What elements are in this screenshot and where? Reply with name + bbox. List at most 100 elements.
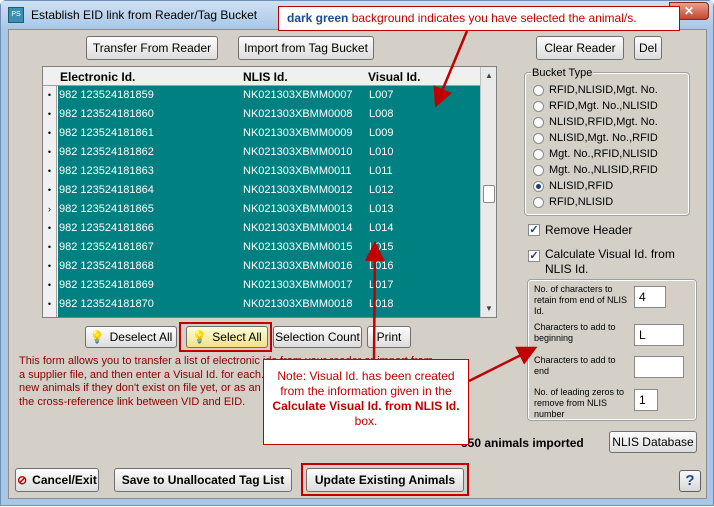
row-cells[interactable]: 982 123524181860 NK021303XBMM0008 L008 bbox=[58, 105, 480, 124]
radio-icon bbox=[533, 196, 544, 208]
table-row[interactable]: • 982 123524181863 NK021303XBMM0011 L011 bbox=[43, 162, 480, 181]
remove-header-checkbox[interactable]: ✓ Remove Header bbox=[528, 223, 632, 237]
table-row[interactable]: • 982 123524181868 NK021303XBMM0016 L016 bbox=[43, 257, 480, 276]
bucket-type-radio[interactable]: Mgt. No.,RFID,NLISID bbox=[533, 147, 658, 161]
selection-count-label: Selection Count bbox=[275, 330, 360, 344]
table-row[interactable]: •982 123524181871 NK021303XBMM0019 L019 bbox=[43, 314, 480, 317]
row-cells[interactable]: 982 123524181861 NK021303XBMM0009 L009 bbox=[58, 124, 480, 143]
row-indicator[interactable]: • bbox=[43, 143, 57, 162]
cell-vid: L015 bbox=[369, 241, 394, 253]
radio-icon bbox=[533, 148, 544, 160]
annotation-note: Note: Visual Id. has been created from t… bbox=[263, 359, 469, 445]
begin-input[interactable] bbox=[634, 324, 684, 346]
retain-label: No. of characters to retain from end of … bbox=[534, 284, 628, 316]
table-row[interactable]: • 982 123524181866 NK021303XBMM0014 L014 bbox=[43, 219, 480, 238]
imported-count: 550 animals imported bbox=[461, 436, 584, 450]
column-header-vid[interactable]: Visual Id. bbox=[368, 70, 420, 84]
bucket-type-radio[interactable]: RFID,NLISID,Mgt. No. bbox=[533, 83, 658, 97]
row-indicator[interactable]: • bbox=[43, 162, 57, 181]
row-indicator[interactable]: • bbox=[43, 181, 57, 200]
import-from-tag-bucket-button[interactable]: Import from Tag Bucket bbox=[238, 36, 374, 60]
radio-icon bbox=[533, 84, 544, 96]
clear-reader-button[interactable]: Clear Reader bbox=[536, 36, 624, 60]
calc-visual-checkbox[interactable]: ✓ Calculate Visual Id. from NLIS Id. bbox=[528, 247, 695, 277]
transfer-label: Transfer From Reader bbox=[92, 41, 212, 55]
cell-vid: L017 bbox=[369, 279, 394, 291]
cancel-icon: ⊘ bbox=[17, 473, 28, 487]
bucket-type-radio[interactable]: NLISID,Mgt. No.,RFID bbox=[533, 131, 658, 145]
print-button[interactable]: Print bbox=[367, 326, 411, 348]
column-header-nlis[interactable]: NLIS Id. bbox=[243, 70, 288, 84]
help-icon: ? bbox=[685, 472, 695, 489]
row-indicator[interactable]: • bbox=[43, 276, 57, 295]
help-button[interactable]: ? bbox=[679, 470, 701, 492]
cell-eid: 982 123524181863 bbox=[59, 165, 154, 177]
radio-icon bbox=[533, 132, 544, 144]
row-cells[interactable]: 982 123524181867 NK021303XBMM0015 L015 bbox=[58, 238, 480, 257]
row-cells[interactable]: 982 123524181859 NK021303XBMM0007 L007 bbox=[58, 86, 480, 105]
cell-eid: 982 123524181862 bbox=[59, 146, 154, 158]
row-cells[interactable]: 982 123524181871 NK021303XBMM0019 L019 bbox=[58, 314, 480, 317]
radio-label: Mgt. No.,RFID,NLISID bbox=[549, 148, 658, 160]
column-header-eid[interactable]: Electronic Id. bbox=[60, 70, 135, 84]
row-cells[interactable]: 982 123524181865 NK021303XBMM0013 L013 bbox=[58, 200, 480, 219]
cancel-exit-button[interactable]: ⊘ Cancel/Exit bbox=[15, 468, 99, 492]
row-cells[interactable]: 982 123524181868 NK021303XBMM0016 L016 bbox=[58, 257, 480, 276]
table-row[interactable]: • 982 123524181867 NK021303XBMM0015 L015 bbox=[43, 238, 480, 257]
table-row[interactable]: • 982 123524181861 NK021303XBMM0009 L009 bbox=[43, 124, 480, 143]
transfer-from-reader-button[interactable]: Transfer From Reader bbox=[86, 36, 218, 60]
nlis-database-button[interactable]: NLIS Database bbox=[609, 431, 697, 453]
table-row[interactable]: • 982 123524181869 NK021303XBMM0017 L017 bbox=[43, 276, 480, 295]
row-indicator[interactable]: › bbox=[43, 200, 57, 219]
row-cells[interactable]: 982 123524181863 NK021303XBMM0011 L011 bbox=[58, 162, 480, 181]
row-cells[interactable]: 982 123524181862 NK021303XBMM0010 L010 bbox=[58, 143, 480, 162]
row-cells[interactable]: 982 123524181866 NK021303XBMM0014 L014 bbox=[58, 219, 480, 238]
cell-eid: 982 123524181860 bbox=[59, 108, 154, 120]
bucket-type-radio[interactable]: NLISID,RFID bbox=[533, 179, 613, 193]
row-indicator[interactable]: • bbox=[43, 314, 57, 317]
row-indicator[interactable]: • bbox=[43, 295, 57, 314]
selection-count-button[interactable]: Selection Count bbox=[273, 326, 362, 348]
row-indicator[interactable]: • bbox=[43, 238, 57, 257]
row-indicator[interactable]: • bbox=[43, 257, 57, 276]
table-row[interactable]: • 982 123524181864 NK021303XBMM0012 L012 bbox=[43, 181, 480, 200]
deselect-all-button[interactable]: 💡 Deselect All bbox=[85, 326, 177, 348]
row-indicator[interactable]: • bbox=[43, 105, 57, 124]
bucket-type-radio[interactable]: NLISID,RFID,Mgt. No. bbox=[533, 115, 658, 129]
cell-nlis: NK021303XBMM0017 bbox=[243, 279, 353, 291]
scroll-up-icon[interactable]: ▲ bbox=[482, 68, 496, 83]
retain-input[interactable] bbox=[634, 286, 666, 308]
row-cells[interactable]: 982 123524181869 NK021303XBMM0017 L017 bbox=[58, 276, 480, 295]
bucket-type-title: Bucket Type bbox=[531, 67, 594, 79]
grid-scrollbar[interactable]: ▲ ▼ bbox=[480, 67, 496, 317]
end-label: Characters to add to end bbox=[534, 355, 616, 376]
delete-button[interactable]: Del bbox=[634, 36, 662, 60]
zeros-input[interactable] bbox=[634, 389, 658, 411]
row-indicator[interactable]: • bbox=[43, 219, 57, 238]
row-indicator[interactable]: • bbox=[43, 124, 57, 143]
save-label: Save to Unallocated Tag List bbox=[121, 473, 285, 487]
radio-label: NLISID,RFID,Mgt. No. bbox=[549, 116, 658, 128]
eid-grid[interactable]: Electronic Id. NLIS Id. Visual Id. • 982 … bbox=[42, 66, 497, 318]
cell-nlis: NK021303XBMM0011 bbox=[243, 165, 352, 177]
cell-vid: L013 bbox=[369, 203, 394, 215]
row-cells[interactable]: 982 123524181870 NK021303XBMM0018 L018 bbox=[58, 295, 480, 314]
clear-label: Clear Reader bbox=[544, 41, 616, 55]
table-row[interactable]: • 982 123524181860 NK021303XBMM0008 L008 bbox=[43, 105, 480, 124]
save-to-unallocated-button[interactable]: Save to Unallocated Tag List bbox=[114, 468, 292, 492]
bucket-type-radio[interactable]: RFID,NLISID bbox=[533, 195, 613, 209]
table-row[interactable]: • 982 123524181870 NK021303XBMM0018 L018 bbox=[43, 295, 480, 314]
end-input[interactable] bbox=[634, 356, 684, 378]
row-indicator[interactable]: • bbox=[43, 86, 57, 105]
table-row[interactable]: • 982 123524181862 NK021303XBMM0010 L010 bbox=[43, 143, 480, 162]
bucket-type-radio[interactable]: RFID,Mgt. No.,NLISID bbox=[533, 99, 658, 113]
row-cells[interactable]: 982 123524181864 NK021303XBMM0012 L012 bbox=[58, 181, 480, 200]
calc-visual-check-icon: ✓ bbox=[528, 250, 540, 262]
scroll-down-icon[interactable]: ▼ bbox=[482, 301, 496, 316]
bucket-type-radio[interactable]: Mgt. No.,NLISID,RFID bbox=[533, 163, 658, 177]
deselect-label: Deselect All bbox=[109, 330, 173, 344]
table-row[interactable]: › 982 123524181865 NK021303XBMM0013 L013 bbox=[43, 200, 480, 219]
scroll-thumb[interactable] bbox=[483, 185, 495, 203]
del-label: Del bbox=[638, 41, 657, 55]
table-row[interactable]: • 982 123524181859 NK021303XBMM0007 L007 bbox=[43, 86, 480, 105]
